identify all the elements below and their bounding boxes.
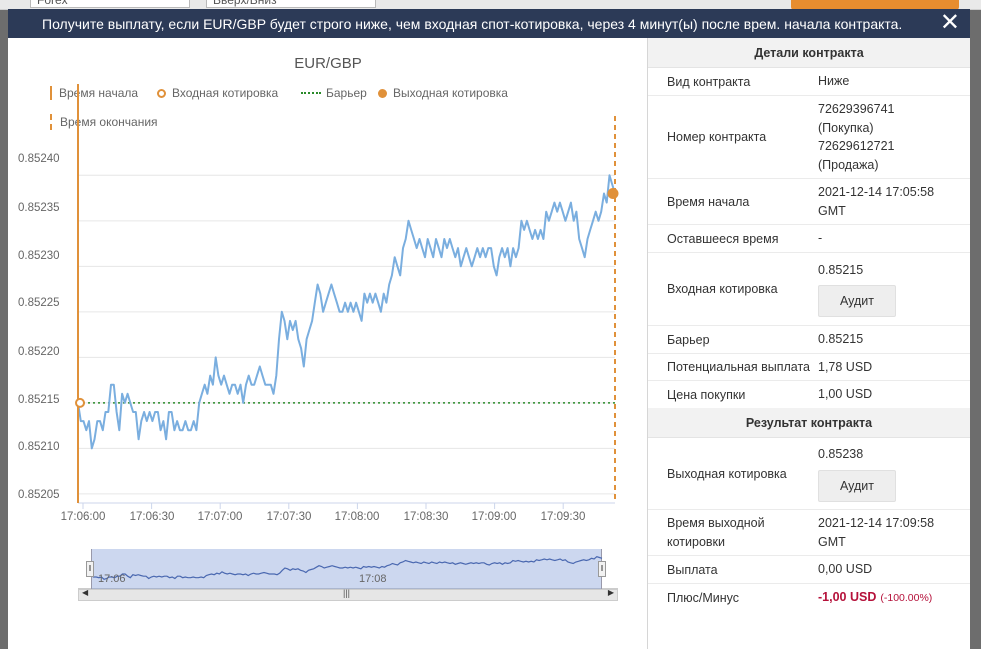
row-remaining-time: Оставшееся время - — [648, 225, 970, 253]
chart-navigator[interactable]: ‖ ‖ 17:06 17:08 ◀ ||| ▶ — [78, 549, 618, 601]
contract-id-line: (Продажа) — [818, 157, 879, 172]
contract-id-line: 72629612721 — [818, 139, 895, 153]
entry-audit-button[interactable]: Аудит — [818, 285, 896, 318]
purchase-price-label: Цена покупки — [667, 387, 746, 402]
dialog-titlebar: Получите выплату, если EUR/GBP будет стр… — [8, 9, 970, 38]
contract-id-line: (Покупка) — [818, 120, 874, 135]
scroll-left-arrow-icon[interactable]: ◀ — [82, 588, 88, 597]
row-purchase-price: Цена покупки 1,00 USD — [648, 381, 970, 408]
navigator-scrollbar[interactable]: ◀ ||| ▶ — [78, 588, 618, 601]
navigator-handle-right[interactable]: ‖ — [598, 561, 606, 577]
profit-loss-label: Плюс/Минус — [667, 591, 740, 605]
x-tick: 17:06:30 — [129, 511, 175, 523]
contract-id-label: Номер контракта — [667, 130, 767, 144]
details-header: Детали контракта — [648, 38, 970, 68]
x-tick: 17:08:30 — [403, 511, 449, 523]
barrier-label: Барьер — [667, 332, 710, 347]
navigator-label-left: 17:06 — [98, 573, 126, 585]
exit-spot-cell: 0.85238 Аудит — [818, 441, 970, 506]
potential-payout-label: Потенциальная выплата — [667, 360, 810, 374]
contract-details-panel: Детали контракта Вид контракта Ниже Номе… — [648, 38, 970, 649]
contract-type-label: Вид контракта — [667, 74, 751, 89]
contract-type-value: Ниже — [818, 74, 850, 89]
start-time-value: 2021-12-14 17:05:58 GMT — [818, 185, 935, 218]
entry-spot-label: Входная котировка — [667, 282, 778, 296]
scroll-grip-icon[interactable]: ||| — [343, 588, 350, 598]
exit-time-value: 2021-12-14 17:09:58 GMT — [818, 516, 935, 549]
entry-spot-cell: 0.85215 Аудит — [818, 257, 970, 322]
navigator-handle-left[interactable]: ‖ — [86, 561, 94, 577]
potential-payout-value: 1,78 USD — [818, 359, 873, 374]
exit-audit-button[interactable]: Аудит — [818, 469, 896, 502]
x-tick: 17:09:00 — [471, 511, 517, 523]
exit-time-label: Время выходной котировки — [667, 516, 765, 549]
x-tick: 17:07:00 — [197, 511, 243, 523]
remaining-time-label: Оставшееся время — [667, 231, 779, 246]
exit-spot-label: Выходная котировка — [667, 466, 787, 481]
dialog-title: Получите выплату, если EUR/GBP будет стр… — [42, 15, 903, 32]
barrier-value: 0.85215 — [818, 332, 864, 347]
navigator-label-mid: 17:08 — [359, 573, 387, 585]
exit-spot-value: 0.85238 — [818, 447, 864, 462]
row-potential-payout: Потенциальная выплата 1,78 USD — [648, 354, 970, 381]
profit-loss-percent: (-100.00%) — [880, 592, 933, 605]
row-exit-spot: Выходная котировка 0.85238 Аудит — [648, 438, 970, 510]
row-contract-id: Номер контракта 72629396741 (Покупка) 72… — [648, 96, 970, 179]
navigator-series — [90, 556, 603, 580]
remaining-time-value: - — [818, 231, 823, 246]
entry-spot-marker — [75, 397, 85, 408]
contract-id-line: 72629396741 — [818, 102, 895, 116]
x-tick: 17:09:30 — [540, 511, 586, 523]
payout-value: 0,00 USD — [818, 562, 873, 577]
scroll-right-arrow-icon[interactable]: ▶ — [608, 588, 614, 597]
start-time-label: Время начала — [667, 194, 750, 209]
row-payout: Выплата 0,00 USD — [648, 556, 970, 584]
close-icon[interactable]: ✕ — [940, 11, 960, 35]
profit-loss-amount: -1,00 USD — [818, 590, 877, 605]
x-tick: 17:06:00 — [60, 511, 106, 523]
row-exit-time: Время выходной котировки 2021-12-14 17:0… — [648, 510, 970, 556]
purchase-price-value: 1,00 USD — [818, 387, 873, 402]
contract-id-value: 72629396741 (Покупка) 72629612721 (Прода… — [818, 96, 970, 178]
x-tick: 17:08:00 — [334, 511, 380, 523]
payout-label: Выплата — [667, 562, 718, 577]
contract-dialog: Получите выплату, если EUR/GBP будет стр… — [8, 9, 970, 649]
row-profit-loss: Плюс/Минус -1,00 USD (-100.00%) — [648, 584, 970, 612]
row-contract-type: Вид контракта Ниже — [648, 68, 970, 96]
profit-loss-value: -1,00 USD (-100.00%) — [818, 584, 970, 612]
entry-spot-value: 0.85215 — [818, 262, 864, 277]
exit-spot-marker — [607, 188, 619, 200]
row-start-time: Время начала 2021-12-14 17:05:58 GMT — [648, 179, 970, 225]
x-tick: 17:07:30 — [266, 511, 312, 523]
market-select[interactable]: Forex — [30, 0, 190, 8]
row-barrier: Барьер 0.85215 — [648, 326, 970, 354]
chart-panel: EUR/GBP Время начала Входная котировка Б… — [8, 38, 648, 649]
result-header: Результат контракта — [648, 408, 970, 438]
row-entry-spot: Входная котировка 0.85215 Аудит — [648, 253, 970, 326]
trade-type-select[interactable]: Вверх/Вниз — [206, 0, 376, 8]
